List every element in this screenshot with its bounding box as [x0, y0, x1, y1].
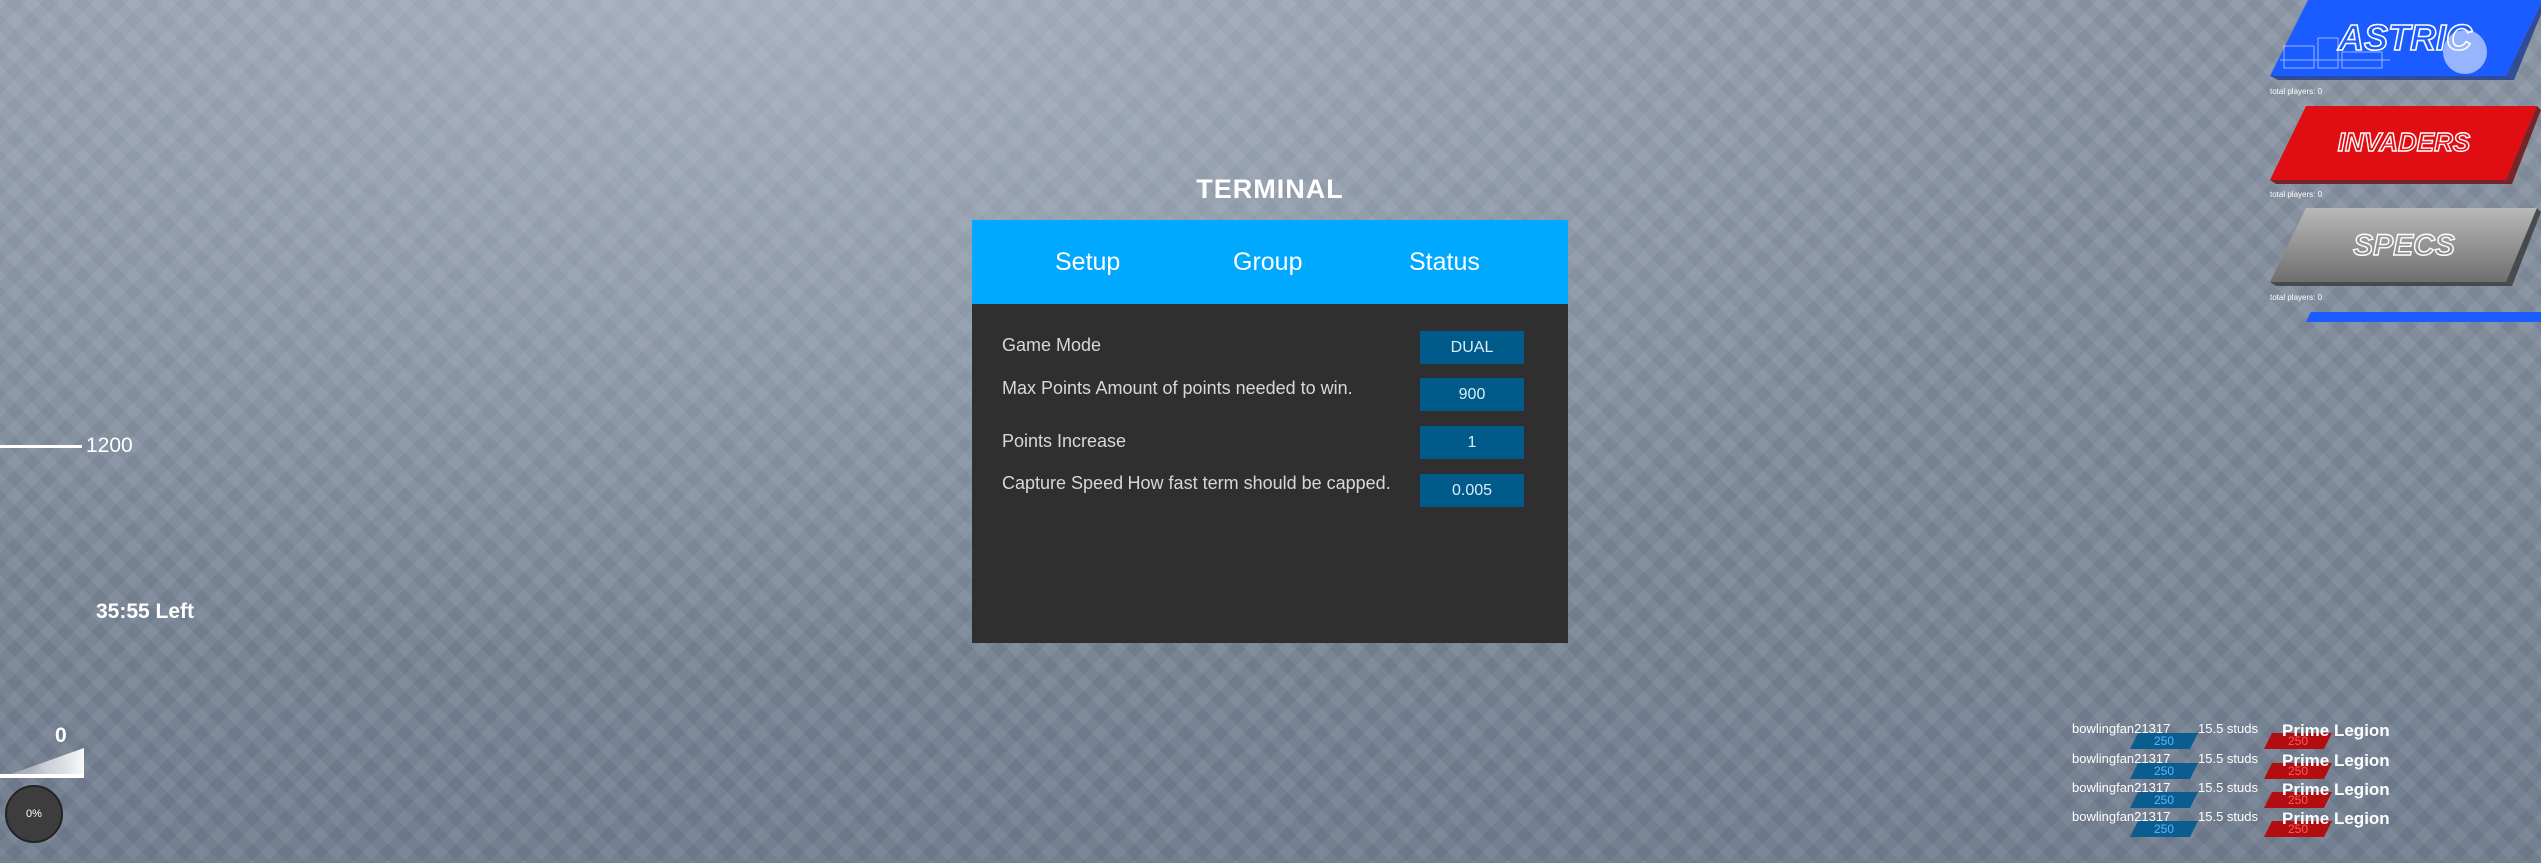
game-mode-button[interactable]: DUAL	[1420, 331, 1524, 364]
player-badge: 250	[2130, 821, 2198, 837]
player-row[interactable]: bowlingfan21317 250 15.5 studs 250 Prime…	[2070, 721, 2490, 749]
team-banner-astric[interactable]: ASTRIC total players: 0	[2270, 0, 2541, 100]
player-row[interactable]: bowlingfan21317 250 15.5 studs 250 Prime…	[2070, 809, 2490, 837]
points-increase-field[interactable]: 1	[1420, 426, 1524, 459]
player-badge: 250	[2130, 792, 2198, 808]
setting-game-mode: Game Mode	[1002, 335, 1102, 356]
count-value: 0	[55, 724, 67, 747]
tab-status[interactable]: Status	[1409, 248, 1480, 277]
player-distance: 15.5 studs	[2198, 721, 2258, 736]
setting-label: Points Increase	[1002, 431, 1127, 451]
meter-line	[0, 445, 82, 448]
team-banner-invaders[interactable]: INVADERS total players: 0	[2270, 104, 2541, 204]
count-bar	[0, 748, 84, 778]
team-players-count: total players: 0	[2270, 87, 2323, 96]
setting-label: Capture Speed	[1002, 473, 1124, 493]
setting-description: Amount of points needed to win.	[1095, 378, 1353, 398]
specs-banner-graphic: SPECS	[2270, 208, 2541, 286]
setting-max-points: Max Points Amount of points needed to wi…	[1002, 378, 1353, 399]
player-distance: 15.5 studs	[2198, 751, 2258, 766]
terminal-title: TERMINAL	[1196, 174, 1344, 204]
svg-text:250: 250	[2154, 822, 2174, 836]
progress-circle: 0%	[5, 785, 63, 843]
invaders-banner-graphic: INVADERS	[2270, 106, 2541, 184]
player-team: Prime Legion	[2282, 809, 2390, 828]
setting-label: Max Points	[1002, 378, 1092, 398]
player-badge: 250	[2130, 763, 2198, 779]
team-name-astric: ASTRIC	[2337, 17, 2473, 58]
terminal-panel: Setup Group Status Game Mode DUAL Max Po…	[972, 220, 1568, 643]
player-team: Prime Legion	[2282, 721, 2390, 740]
player-distance: 15.5 studs	[2198, 809, 2258, 824]
meter-value: 1200	[86, 434, 133, 457]
team-banner-partial	[2306, 312, 2541, 322]
max-points-field[interactable]: 900	[1420, 378, 1524, 411]
setting-points-increase: Points Increase	[1002, 431, 1127, 452]
team-name-specs: SPECS	[2353, 229, 2455, 262]
team-banner-specs[interactable]: SPECS total players: 0	[2270, 206, 2541, 306]
player-badge: 250	[2130, 733, 2198, 749]
team-players-count: total players: 0	[2270, 293, 2323, 302]
setting-description: How fast term should be capped.	[1127, 473, 1391, 493]
player-team: Prime Legion	[2282, 780, 2390, 799]
svg-text:250: 250	[2154, 734, 2174, 748]
setting-capture-speed: Capture Speed How fast term should be ca…	[1002, 473, 1391, 494]
player-distance: 15.5 studs	[2198, 780, 2258, 795]
svg-text:250: 250	[2154, 764, 2174, 778]
setting-label: Game Mode	[1002, 335, 1102, 355]
team-name-invaders: INVADERS	[2338, 127, 2471, 157]
team-players-count: total players: 0	[2270, 190, 2323, 199]
player-row[interactable]: bowlingfan21317 250 15.5 studs 250 Prime…	[2070, 780, 2490, 808]
astric-banner-graphic: ASTRIC	[2270, 0, 2541, 80]
player-team: Prime Legion	[2282, 751, 2390, 770]
terminal-tab-bar: Setup Group Status	[972, 220, 1568, 304]
time-left-label: 35:55 Left	[96, 600, 195, 623]
tab-setup[interactable]: Setup	[1055, 248, 1120, 277]
svg-text:250: 250	[2154, 793, 2174, 807]
tab-group[interactable]: Group	[1233, 248, 1302, 277]
capture-speed-field[interactable]: 0.005	[1420, 474, 1524, 507]
player-row[interactable]: bowlingfan21317 250 15.5 studs 250 Prime…	[2070, 751, 2490, 779]
